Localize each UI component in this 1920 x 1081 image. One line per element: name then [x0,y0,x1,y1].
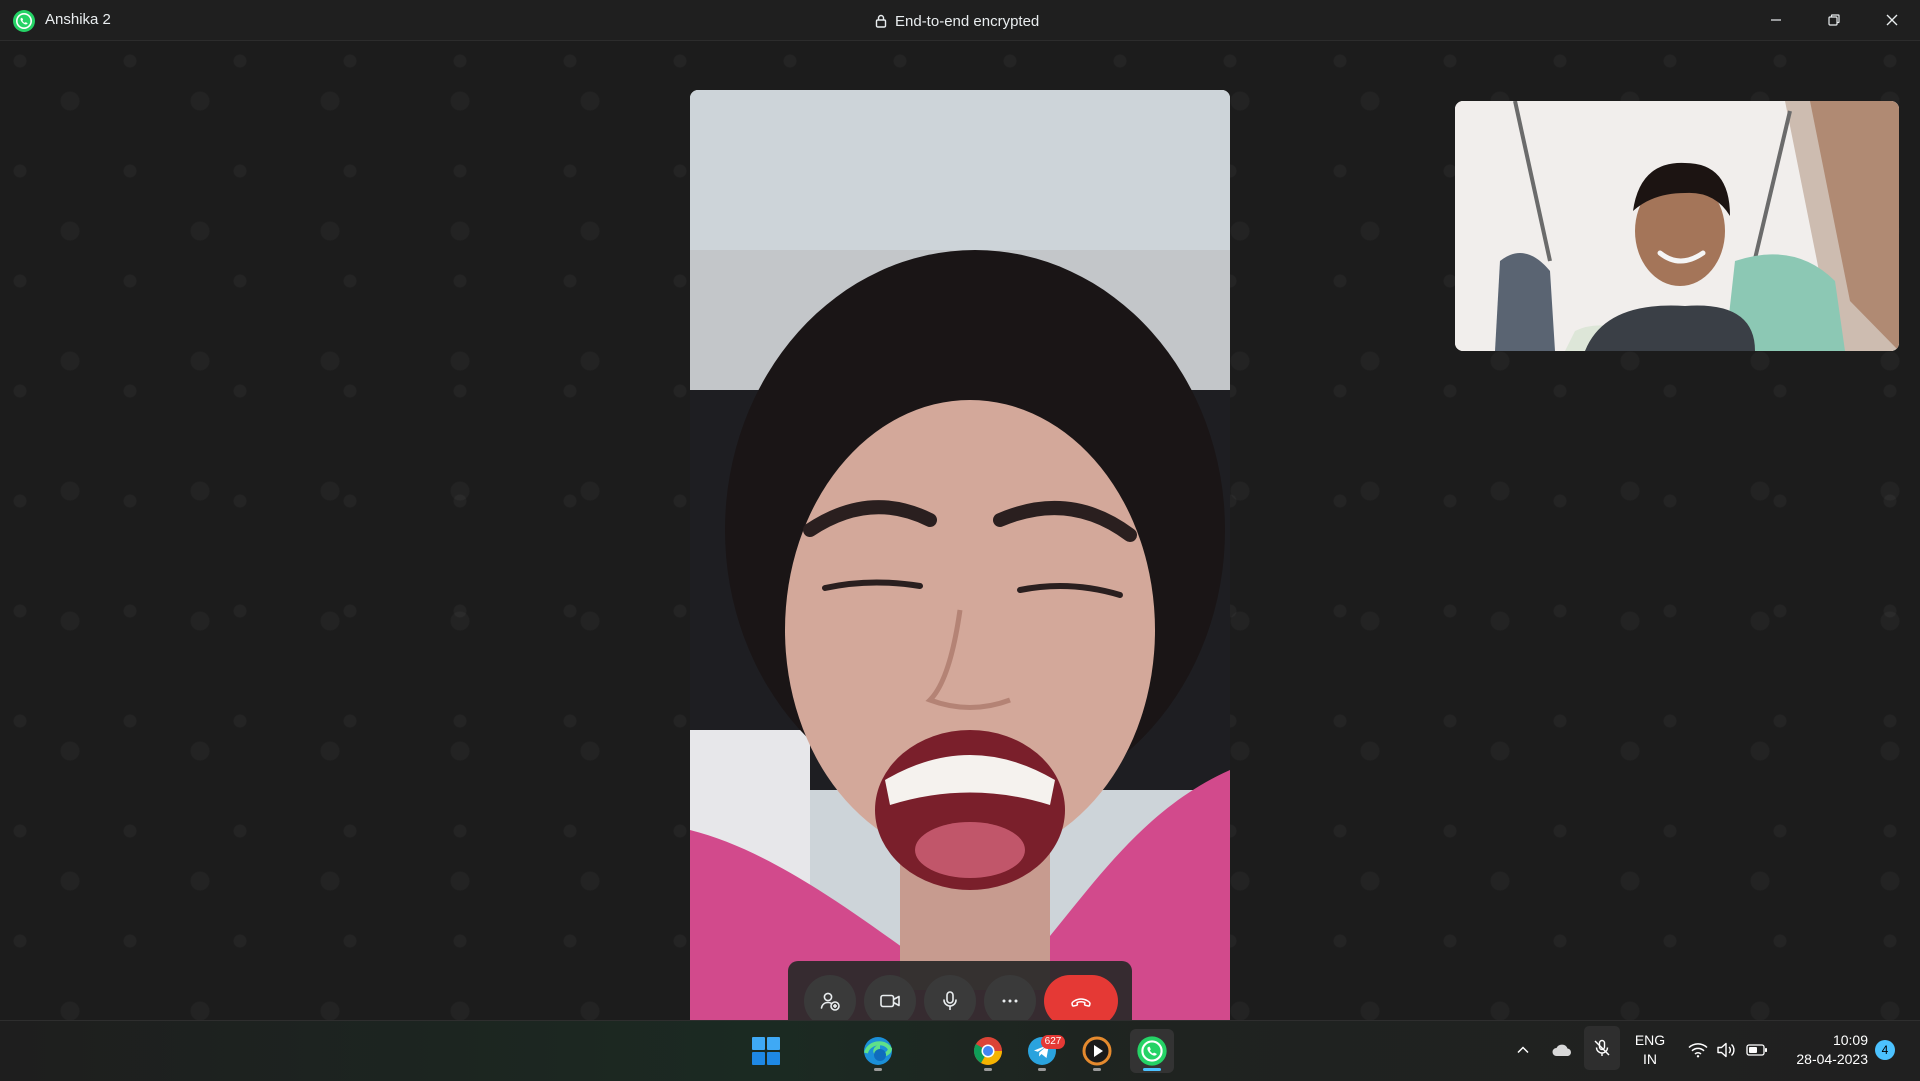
volume-button[interactable] [1714,1020,1738,1080]
taskbar-running-indicator [1038,1068,1046,1071]
microphone-muted-button[interactable] [1584,1026,1620,1070]
show-hidden-icons-button[interactable] [1510,1020,1536,1080]
self-video-feed [1455,101,1899,351]
call-stage [0,41,1920,1051]
wifi-button[interactable] [1686,1020,1710,1080]
close-icon [1886,14,1898,26]
taskbar-media-player[interactable] [1075,1029,1119,1073]
language-region: IN [1643,1051,1657,1067]
input-language-button[interactable]: ENG IN [1630,1031,1670,1069]
taskbar-chrome[interactable] [966,1029,1010,1073]
edge-browser-icon [864,1037,893,1065]
chevron-up-icon [1517,1046,1529,1054]
restore-button[interactable] [1806,0,1862,40]
taskbar-whatsapp[interactable] [1130,1029,1174,1073]
onedrive-button[interactable] [1548,1020,1576,1080]
remote-video-feed [690,90,1230,1051]
clock-date: 28-04-2023 [1796,1051,1868,1067]
wifi-icon [1688,1043,1708,1058]
add-person-icon [820,992,840,1011]
clock-button[interactable]: 10:09 28-04-2023 [1780,1031,1868,1069]
minimize-button[interactable] [1748,0,1804,40]
chrome-icon [973,1037,1002,1065]
telegram-unread-badge: 627 [1041,1035,1065,1049]
whatsapp-logo-icon [13,10,35,32]
battery-icon [1746,1044,1767,1056]
notification-count-badge[interactable]: 4 [1875,1040,1895,1060]
window-title: Anshika 2 [45,11,111,28]
remote-video [690,90,1230,1051]
language-code: ENG [1634,1032,1666,1048]
encryption-status: End-to-end encrypted [875,11,1039,31]
taskbar-running-indicator [1093,1068,1101,1071]
taskbar-active-indicator [1143,1068,1161,1071]
taskbar-running-indicator [984,1068,992,1071]
title-bar: Anshika 2 End-to-end encrypted [0,0,1920,41]
video-camera-icon [880,994,900,1008]
lock-icon [875,14,887,28]
self-video [1455,101,1899,351]
microphone-muted-icon [1594,1039,1610,1056]
windows-start-icon [752,1037,780,1065]
cloud-icon [1552,1044,1571,1056]
microphone-icon [943,991,957,1010]
volume-icon [1717,1042,1735,1058]
media-player-icon [1082,1036,1112,1066]
close-button[interactable] [1864,0,1920,40]
taskbar-start-button[interactable] [744,1029,788,1073]
taskbar-running-indicator [874,1068,882,1071]
end-call-icon [1071,998,1091,1007]
battery-button[interactable] [1744,1020,1770,1080]
restore-icon [1828,14,1840,26]
clock-time: 10:09 [1832,1032,1868,1048]
taskbar-edge[interactable] [856,1029,900,1073]
more-dots-icon [1002,999,1018,1003]
encryption-label: End-to-end encrypted [895,12,1040,30]
minimize-icon [1771,19,1781,21]
whatsapp-icon [1137,1036,1167,1066]
